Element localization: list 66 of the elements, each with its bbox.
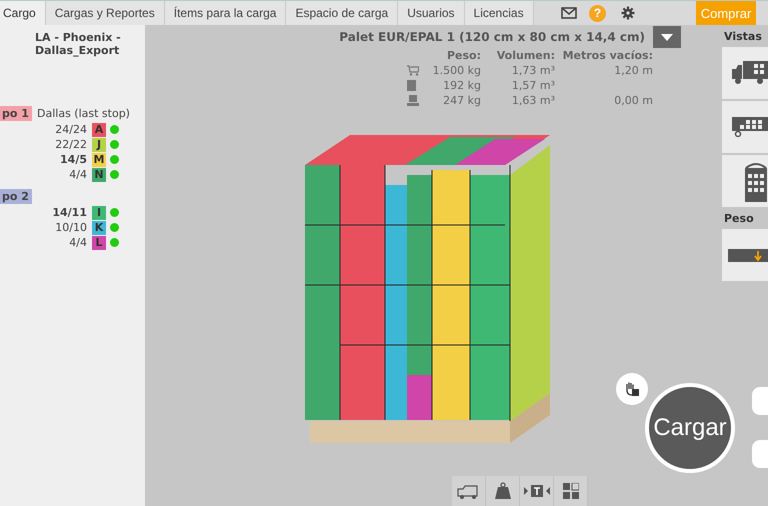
truck-rear-icon	[744, 160, 768, 202]
status-dot	[110, 208, 119, 217]
stat-value: 192 kg	[442, 78, 481, 93]
item-count: 4/4	[68, 236, 87, 249]
dropdown-button[interactable]	[653, 26, 681, 48]
manual-load-button[interactable]	[616, 373, 648, 405]
item-badge: J	[92, 138, 106, 152]
tab[interactable]: Ítems para la carga	[164, 1, 286, 25]
status-dot	[110, 125, 119, 134]
load-title: LA - Phoenix - Dallas_Export	[35, 31, 122, 57]
tab[interactable]: Cargo	[0, 1, 46, 25]
group-label: po 2	[0, 188, 32, 204]
item-count: 4/4	[68, 168, 87, 181]
status-dot	[110, 155, 119, 164]
stat-value: 1,57 m³	[510, 78, 555, 93]
status-dot	[110, 238, 119, 247]
item-badge: K	[92, 220, 106, 234]
weight-bar-icon	[728, 248, 768, 262]
item-count: 22/22	[54, 138, 87, 151]
truck-load-icon	[732, 117, 768, 137]
status-dot	[110, 170, 119, 179]
status-dot	[110, 223, 119, 232]
tab[interactable]: Usuarios	[398, 1, 465, 25]
views-label: Vistas	[723, 28, 763, 44]
item-count: 14/5	[59, 153, 87, 166]
space-title: Palet EUR/EPAL 1 (120 cm x 80 cm x 14,4 cm)	[339, 30, 645, 44]
grid-icon	[562, 483, 578, 499]
item-badge: N	[92, 168, 106, 182]
stat-value: 1,20 m	[613, 63, 653, 78]
item-badge: A	[92, 122, 106, 136]
weight-view-button[interactable]	[722, 229, 768, 281]
tab[interactable]: Espacio de carga	[286, 1, 398, 25]
hand-box-icon	[624, 381, 640, 397]
weight-icon	[494, 482, 512, 500]
item-count: 10/10	[54, 221, 87, 234]
status-dot	[110, 140, 119, 149]
stat-value: 0,00 m	[613, 93, 653, 108]
group-label: po 1	[0, 106, 32, 120]
stack-icon	[407, 95, 419, 106]
truck-icon	[732, 61, 768, 85]
column-header: Metros vacíos:	[562, 48, 653, 63]
item-badge: L	[92, 236, 106, 250]
stat-value: 247 kg	[442, 93, 481, 108]
settings-icon[interactable]	[621, 6, 635, 20]
item-badge: M	[92, 152, 106, 166]
caret-icon	[661, 34, 673, 40]
stat-value: 1.500 kg	[432, 63, 481, 78]
column-header: Peso:	[446, 48, 481, 63]
view-button[interactable]	[722, 47, 768, 99]
mail-icon[interactable]	[561, 7, 577, 19]
view-button[interactable]	[722, 155, 768, 207]
stat-value: 1,73 m³	[510, 63, 555, 78]
cart-icon	[407, 65, 419, 76]
view-button[interactable]	[722, 101, 768, 153]
stop-label: Dallas (last stop)	[37, 106, 130, 120]
box-icon	[407, 80, 416, 91]
stat-value: 1,63 m³	[510, 93, 555, 108]
item-badge: I	[92, 206, 106, 220]
weight-label: Peso	[723, 210, 755, 226]
tab[interactable]: Licencias	[464, 1, 534, 25]
item-count: 24/24	[54, 123, 87, 136]
tab[interactable]: Cargas y Reportes	[46, 1, 165, 25]
item-count: 14/11	[51, 206, 87, 219]
text-width-icon	[524, 484, 550, 498]
column-header: Volumen:	[496, 48, 555, 63]
load-button[interactable]: Cargar	[645, 383, 735, 473]
